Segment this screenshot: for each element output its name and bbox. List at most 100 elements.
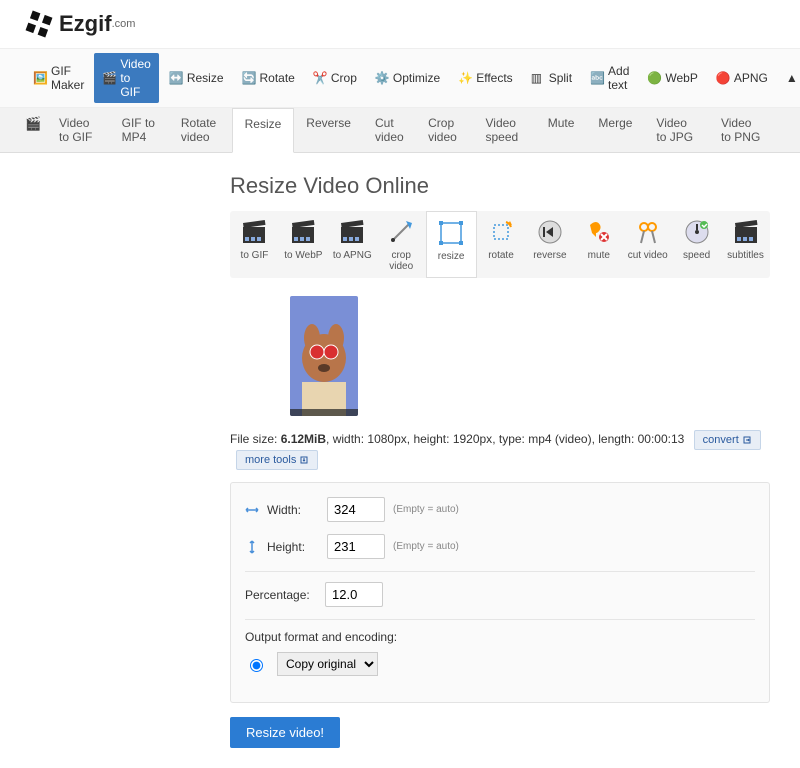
tool-icon — [682, 217, 712, 247]
width-label: Width: — [267, 503, 319, 517]
tab-rotate-video[interactable]: Rotate video — [169, 108, 232, 152]
tool-to-APNG[interactable]: to APNG — [328, 211, 377, 278]
tool-icon — [584, 217, 614, 247]
tool-label: speed — [683, 250, 710, 261]
height-arrow-icon — [245, 540, 259, 554]
primary-nav: 🖼️GIF Maker🎬Video to GIF↔️Resize🔄Rotate✂… — [0, 48, 800, 108]
resize-panel: Width: (Empty = auto) Height: (Empty = a… — [230, 482, 770, 703]
width-input[interactable] — [327, 497, 385, 522]
tab-video-to-jpg[interactable]: Video to JPG — [644, 108, 709, 152]
width-arrow-icon — [245, 503, 259, 517]
secondary-nav: 🎬Video to GIFGIF to MP4Rotate videoResiz… — [0, 108, 800, 153]
tool-label: cut video — [628, 250, 668, 261]
tool-icon — [486, 217, 516, 247]
logo-tld: .com — [112, 18, 136, 30]
tool-subtitles[interactable]: subtitles — [721, 211, 770, 278]
height-hint: (Empty = auto) — [393, 541, 459, 552]
nav-add-text[interactable]: 🔤 Add text — [582, 53, 637, 103]
nav-label: Rotate — [260, 71, 295, 85]
tool-icon — [337, 217, 367, 247]
nav-label: Split — [549, 71, 572, 85]
nav-apng[interactable]: 🔴 APNG — [708, 53, 776, 103]
main-content: Resize Video Online to GIF to WebP to APNG… — [0, 153, 770, 768]
nav-avif[interactable]: ▲AVIF — [778, 53, 800, 103]
tool-label: to APNG — [333, 250, 372, 261]
arrow-right-icon — [742, 435, 752, 445]
nav-webp[interactable]: 🟢 WebP — [639, 53, 705, 103]
tool-rotate[interactable]: rotate — [477, 211, 526, 278]
nav-label: WebP — [665, 71, 697, 85]
tab-video-to-png[interactable]: Video to PNG — [709, 108, 775, 152]
convert-button[interactable]: convert — [694, 430, 761, 450]
tool-icon — [436, 218, 466, 248]
tool-resize[interactable]: resize — [426, 211, 477, 278]
tool-label: mute — [588, 250, 610, 261]
l-label: , length: — [592, 432, 638, 446]
tool-mute[interactable]: mute — [574, 211, 623, 278]
logo-text: Ezgif — [59, 11, 112, 37]
nav-icon: 🔴 — [716, 71, 730, 85]
tool-to-GIF[interactable]: to GIF — [230, 211, 279, 278]
nav-icon: 🟢 — [647, 71, 661, 85]
percentage-input[interactable] — [325, 582, 383, 607]
tool-speed[interactable]: speed — [672, 211, 721, 278]
tab-merge[interactable]: Merge — [586, 108, 644, 152]
divider — [245, 619, 755, 620]
nav-optimize[interactable]: ⚙️Optimize — [367, 53, 448, 103]
nav-label: Optimize — [393, 71, 440, 85]
tool-label: rotate — [488, 250, 514, 261]
tab-gif-to-mp4[interactable]: GIF to MP4 — [110, 108, 169, 152]
tool-label: subtitles — [727, 250, 764, 261]
nav-icon: 🖼️ — [33, 71, 47, 85]
nav-crop[interactable]: ✂️Crop — [305, 53, 365, 103]
nav-rotate[interactable]: 🔄Rotate — [234, 53, 303, 103]
tool-cut-video[interactable]: cut video — [623, 211, 672, 278]
tab-reverse[interactable]: Reverse — [294, 108, 363, 152]
tab-crop-video[interactable]: Crop video — [416, 108, 473, 152]
tool-crop-video[interactable]: crop video — [377, 211, 426, 278]
nav-effects[interactable]: ✨Effects — [450, 53, 520, 103]
h-value: 1920px — [453, 432, 492, 446]
arrow-down-icon — [299, 455, 309, 465]
resize-button[interactable]: Resize video! — [230, 717, 340, 748]
tab-video-speed[interactable]: Video speed — [473, 108, 535, 152]
tab-mute[interactable]: Mute — [536, 108, 587, 152]
more-tools-button[interactable]: more tools — [236, 450, 318, 470]
tool-label: resize — [438, 251, 465, 262]
tool-to-WebP[interactable]: to WebP — [279, 211, 328, 278]
tab-video-to-gif[interactable]: Video to GIF — [47, 108, 110, 152]
tool-label: to GIF — [241, 250, 269, 261]
tab-resize[interactable]: Resize — [232, 108, 295, 153]
video-preview[interactable] — [290, 296, 358, 416]
size-value: 6.12MiB — [281, 432, 326, 446]
nav-gif-maker[interactable]: 🖼️GIF Maker — [25, 53, 92, 103]
tool-label: crop video — [389, 250, 413, 272]
page-title: Resize Video Online — [230, 173, 770, 199]
nav-label: Crop — [331, 71, 357, 85]
height-input[interactable] — [327, 534, 385, 559]
nav-video-to-gif[interactable]: 🎬Video to GIF — [94, 53, 158, 103]
nav-icon: ▥ — [531, 71, 545, 85]
output-select[interactable]: Copy original — [277, 652, 378, 676]
nav-icon: 🔤 — [590, 71, 604, 85]
t-label: , type: — [492, 432, 528, 446]
output-radio[interactable] — [250, 659, 263, 672]
percentage-label: Percentage: — [245, 588, 317, 602]
tool-icon — [386, 217, 416, 247]
tab-cut-video[interactable]: Cut video — [363, 108, 416, 152]
w-value: 1080px — [367, 432, 406, 446]
tool-label: to WebP — [284, 250, 322, 261]
tool-reverse[interactable]: reverse — [525, 211, 574, 278]
tool-icon — [288, 217, 318, 247]
tool-icon — [239, 217, 269, 247]
width-hint: (Empty = auto) — [393, 504, 459, 515]
tool-strip: to GIF to WebP to APNG crop video resize rota… — [230, 211, 770, 278]
nav-split[interactable]: ▥ Split — [523, 53, 580, 103]
nav-resize[interactable]: ↔️Resize — [161, 53, 232, 103]
size-label: File size: — [230, 432, 281, 446]
nav-label: Add text — [608, 64, 629, 92]
nav-icon: ✨ — [458, 71, 472, 85]
nav-label: APNG — [734, 71, 768, 85]
t-value: mp4 (video) — [528, 432, 591, 446]
h-label: , height: — [407, 432, 453, 446]
